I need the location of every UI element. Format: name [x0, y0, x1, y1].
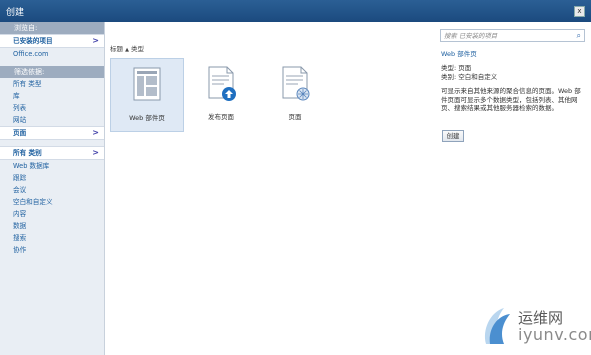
- chevron-right-icon: >: [92, 128, 99, 137]
- sidebar-item-label: 已安装的项目: [13, 37, 53, 45]
- sidebar-item-library[interactable]: 库: [0, 90, 104, 102]
- webpart-page-icon: [133, 67, 161, 101]
- title-bar: 创建 x: [0, 0, 591, 22]
- detail-title: Web 部件页: [441, 50, 477, 58]
- detail-description: 可显示来自其他来源的聚合信息的页面。Web 部件页面可显示多个数据类型，包括列表…: [441, 87, 581, 113]
- sidebar-item-list[interactable]: 列表: [0, 102, 104, 114]
- sidebar-item-page[interactable]: 页面 >: [0, 126, 104, 140]
- create-button[interactable]: 创建: [442, 130, 464, 142]
- tile-label: 页面: [288, 113, 302, 121]
- chevron-right-icon: >: [92, 148, 99, 157]
- sidebar: 浏览自: 已安装的项目 > Office.com 筛选依据: 所有 类型 库 列…: [0, 22, 105, 355]
- tile-page[interactable]: 页面: [259, 58, 331, 130]
- search-icon[interactable]: ⌕: [577, 31, 581, 40]
- chevron-right-icon: >: [92, 36, 99, 45]
- tile-webpart-page[interactable]: Web 部件页: [110, 58, 184, 132]
- browse-from-header: 浏览自:: [0, 22, 104, 34]
- detail-category: 类别: 空白和自定义: [441, 72, 498, 81]
- sidebar-item-all-types[interactable]: 所有 类型: [0, 78, 104, 90]
- filter-by-header: 筛选依据:: [0, 66, 104, 78]
- search-input[interactable]: 搜索 已安装的项目: [444, 31, 497, 40]
- sort-bar: 标题 ▲ 类型: [110, 43, 144, 53]
- sidebar-item-collaboration[interactable]: 协作: [0, 244, 104, 256]
- sidebar-item-label: 所有 类别: [13, 149, 42, 157]
- page-icon: [282, 66, 310, 101]
- tile-label: Web 部件页: [129, 114, 165, 122]
- sort-by-type[interactable]: 类型: [131, 45, 144, 53]
- sidebar-item-office-com[interactable]: Office.com: [0, 48, 104, 60]
- logo-icon: [484, 308, 510, 344]
- watermark-text-domain: iyunv.com: [518, 325, 591, 344]
- sidebar-item-search[interactable]: 搜索: [0, 232, 104, 244]
- sidebar-item-content[interactable]: 内容: [0, 208, 104, 220]
- window-title: 创建: [6, 8, 25, 18]
- close-button[interactable]: x: [574, 6, 585, 17]
- detail-panel: Web 部件页 类型: 页面 类别: 空白和自定义 可显示来自其他来源的聚合信息…: [441, 50, 583, 112]
- sidebar-item-meetings[interactable]: 会议: [0, 184, 104, 196]
- sidebar-item-all-categories[interactable]: 所有 类别 >: [0, 146, 104, 160]
- sidebar-item-site[interactable]: 网站: [0, 114, 104, 126]
- watermark-logo: 运维网 iyunv.com: [480, 300, 591, 352]
- detail-type: 类型: 页面: [441, 64, 472, 73]
- sort-ascending-icon: ▲: [125, 47, 129, 53]
- sidebar-item-installed[interactable]: 已安装的项目 >: [0, 34, 104, 48]
- sidebar-item-tracking[interactable]: 跟踪: [0, 172, 104, 184]
- publishing-page-icon: [208, 66, 236, 101]
- sidebar-item-web-database[interactable]: Web 数据库: [0, 160, 104, 172]
- sidebar-item-label: 页面: [13, 129, 27, 137]
- tile-label: 发布页面: [208, 113, 234, 121]
- sort-by-title[interactable]: 标题: [110, 45, 123, 53]
- sidebar-item-data[interactable]: 数据: [0, 220, 104, 232]
- search-box[interactable]: 搜索 已安装的项目 ⌕: [440, 29, 585, 42]
- sidebar-item-blank-custom[interactable]: 空白和自定义: [0, 196, 104, 208]
- tile-publishing-page[interactable]: 发布页面: [185, 58, 257, 130]
